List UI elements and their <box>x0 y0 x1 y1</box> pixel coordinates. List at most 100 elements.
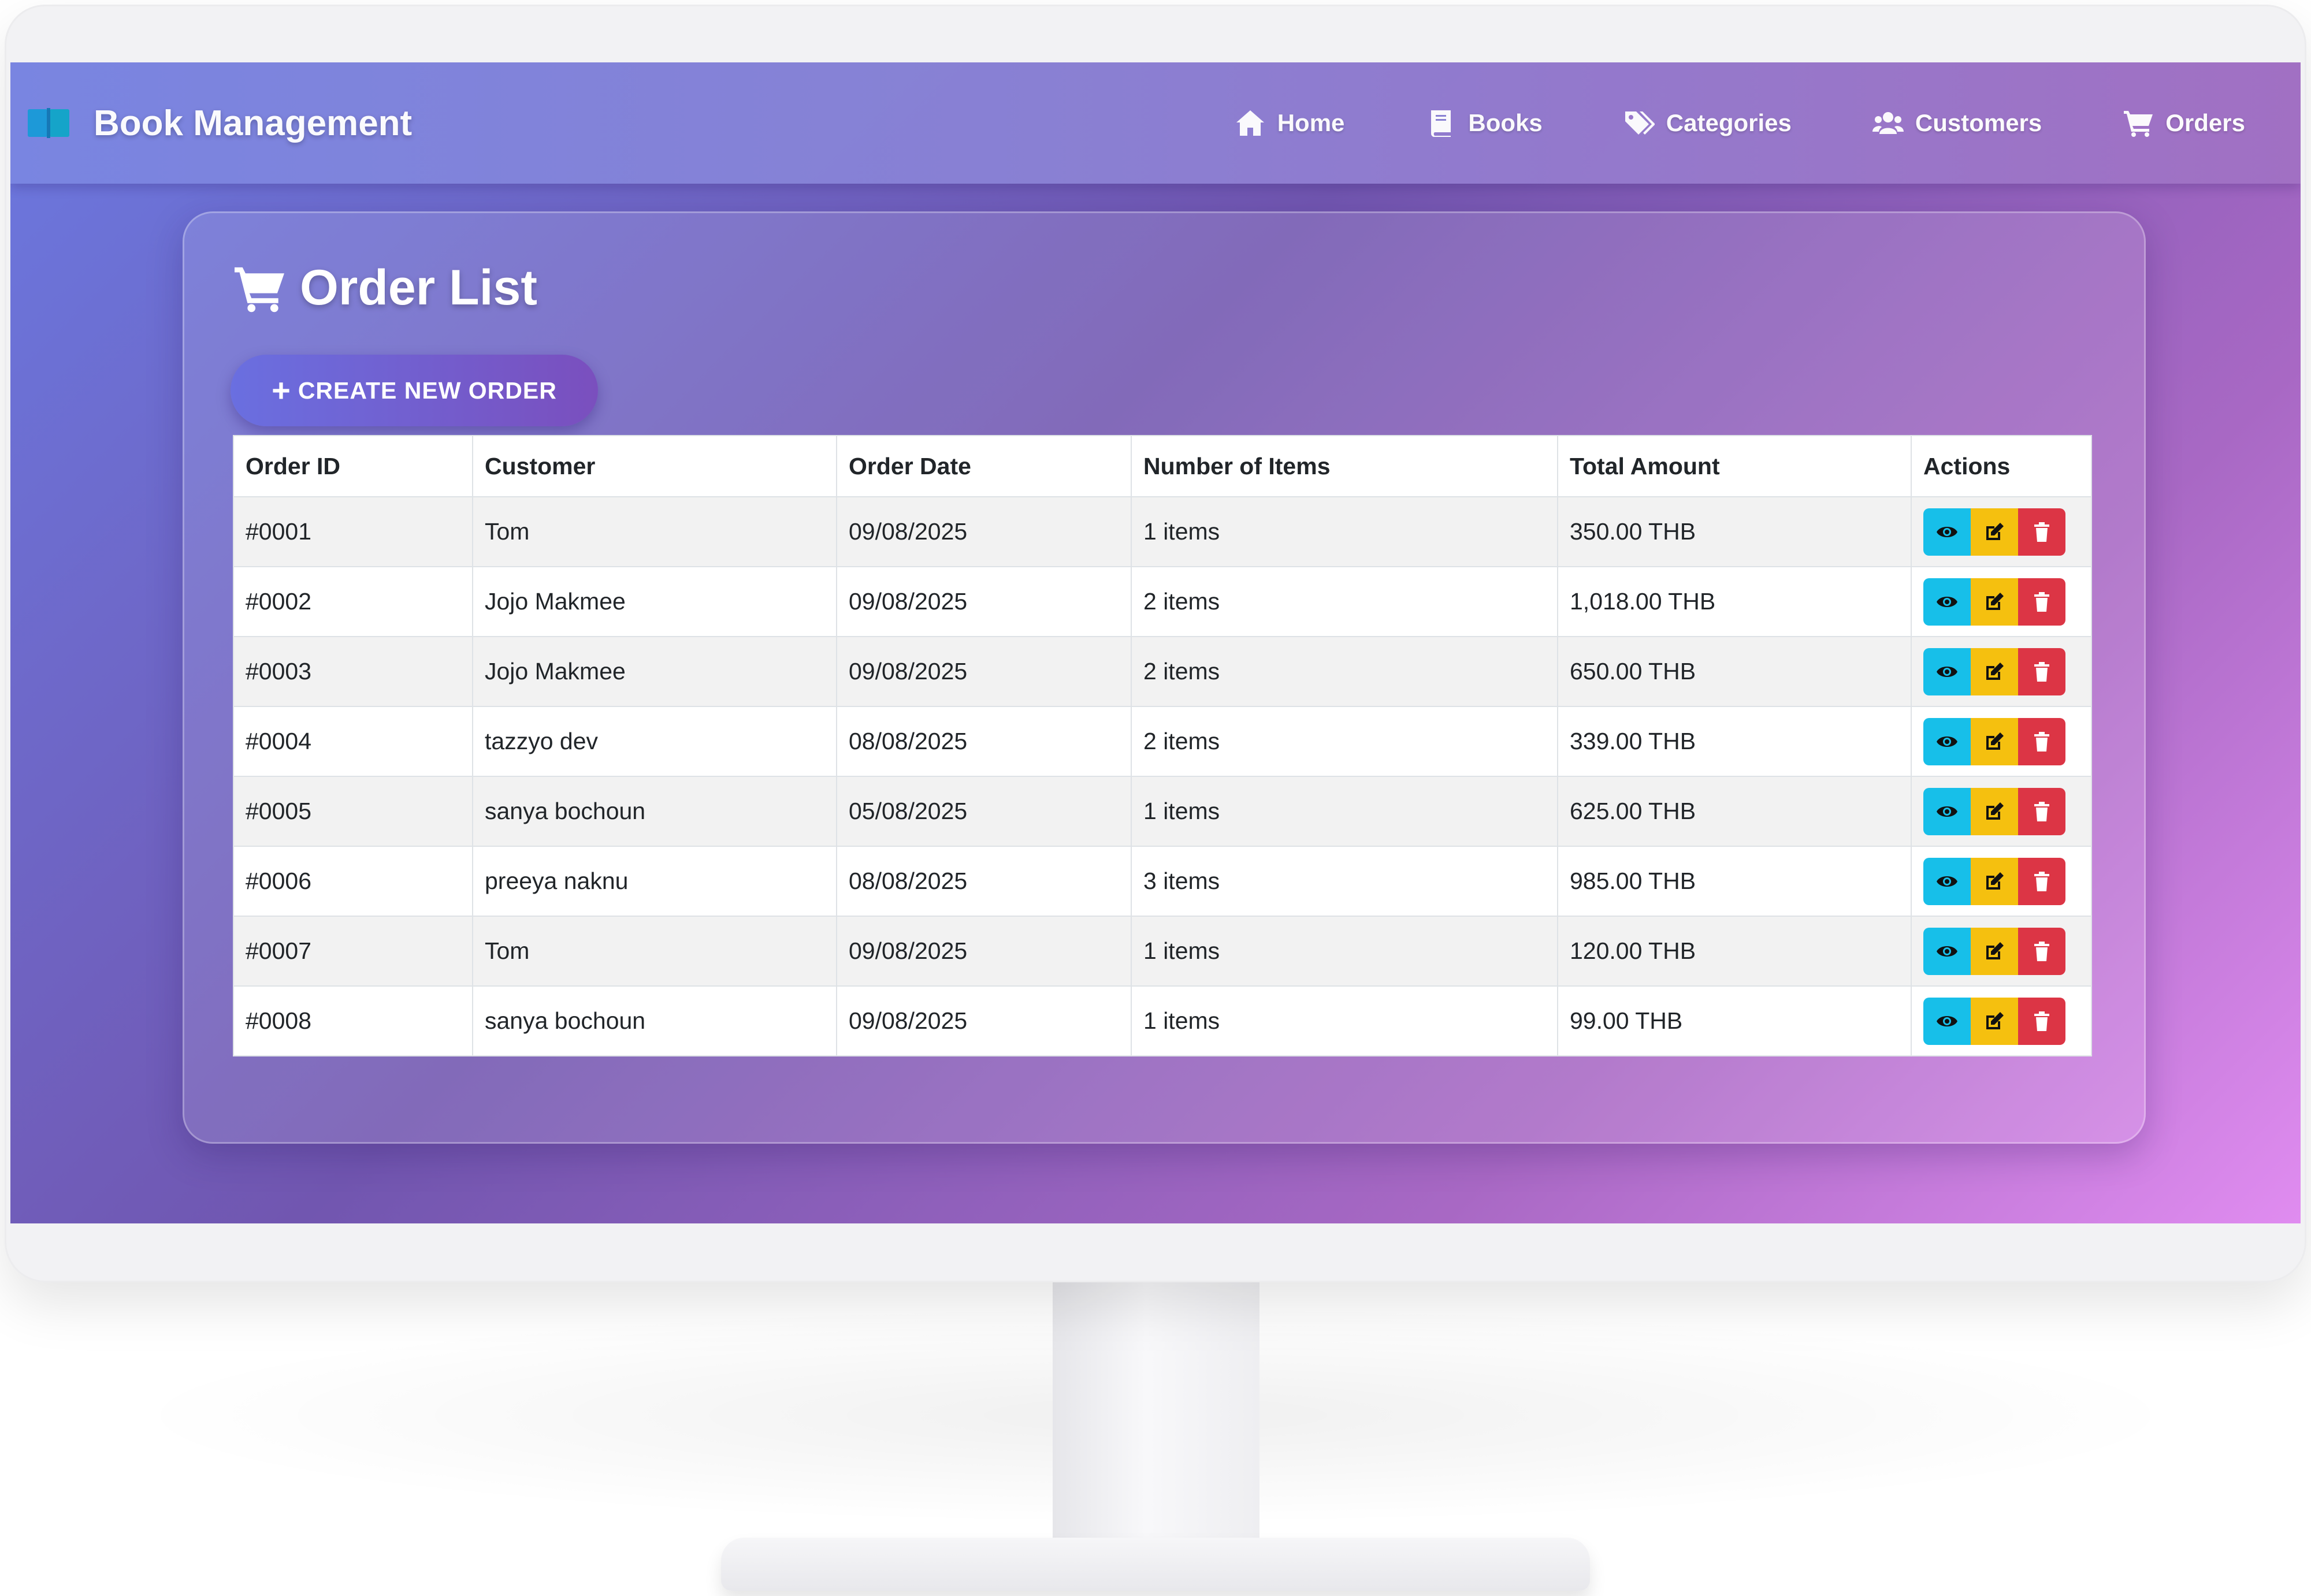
cell-customer: preeya naknu <box>472 846 837 917</box>
delete-order-button[interactable] <box>2018 508 2065 556</box>
cell-total-amount: 339.00 THB <box>1557 706 1912 777</box>
monitor-stand-base <box>721 1538 1590 1591</box>
cell-actions <box>1911 566 2092 637</box>
cell-order-id: #0006 <box>233 846 473 917</box>
cell-number-of-items: 2 items <box>1131 636 1558 707</box>
cell-order-id: #0005 <box>233 776 473 847</box>
trash-icon <box>2034 941 2049 961</box>
view-order-button[interactable] <box>1923 508 1971 556</box>
trash-icon <box>2034 731 2049 752</box>
nav-orders[interactable]: Orders <box>2123 109 2245 137</box>
header-total-amount: Total Amount <box>1557 435 1912 497</box>
cell-order-id: #0003 <box>233 636 473 707</box>
cell-order-id: #0002 <box>233 566 473 637</box>
cell-order-date: 09/08/2025 <box>836 916 1132 987</box>
cell-total-amount: 99.00 THB <box>1557 985 1912 1056</box>
eye-icon <box>1937 1015 1957 1026</box>
cell-actions <box>1911 846 2092 917</box>
delete-order-button[interactable] <box>2018 578 2065 626</box>
edit-order-button[interactable] <box>1971 578 2018 626</box>
edit-order-button[interactable] <box>1971 997 2018 1045</box>
cell-total-amount: 625.00 THB <box>1557 776 1912 847</box>
edit-order-button[interactable] <box>1971 508 2018 556</box>
delete-order-button[interactable] <box>2018 927 2065 975</box>
brand[interactable]: Book Management <box>27 62 412 184</box>
cell-actions <box>1911 636 2092 707</box>
edit-icon <box>1986 872 2004 890</box>
navbar: Book Management Home Books Categories Cu… <box>10 62 2301 184</box>
tags-icon <box>1625 111 1655 135</box>
orders-table-body: #0001 Tom 09/08/2025 1 items 350.00 THB … <box>233 496 2092 1056</box>
edit-icon <box>1986 732 2004 750</box>
delete-order-button[interactable] <box>2018 648 2065 695</box>
cell-total-amount: 985.00 THB <box>1557 846 1912 917</box>
nav-home[interactable]: Home <box>1235 109 1344 137</box>
cell-customer: Jojo Makmee <box>472 566 837 637</box>
book-icon <box>1431 110 1451 137</box>
edit-order-button[interactable] <box>1971 787 2018 835</box>
cell-order-id: #0008 <box>233 985 473 1056</box>
eye-icon <box>1937 736 1957 747</box>
view-order-button[interactable] <box>1923 648 1971 695</box>
trash-icon <box>2034 1011 2049 1031</box>
view-order-button[interactable] <box>1923 578 1971 626</box>
row-actions <box>1923 717 2079 765</box>
cell-order-id: #0004 <box>233 706 473 777</box>
trash-icon <box>2034 871 2049 891</box>
delete-order-button[interactable] <box>2018 717 2065 765</box>
view-order-button[interactable] <box>1923 787 1971 835</box>
cell-order-date: 09/08/2025 <box>836 985 1132 1056</box>
cell-order-date: 08/08/2025 <box>836 846 1132 917</box>
trash-icon <box>2034 801 2049 821</box>
table-row: #0002 Jojo Makmee 09/08/2025 2 items 1,0… <box>233 566 2092 637</box>
table-row: #0008 sanya bochoun 09/08/2025 1 items 9… <box>233 985 2092 1056</box>
edit-order-button[interactable] <box>1971 927 2018 975</box>
edit-icon <box>1986 522 2004 540</box>
trash-icon <box>2034 591 2049 612</box>
edit-icon <box>1986 942 2004 959</box>
eye-icon <box>1937 946 1957 957</box>
edit-icon <box>1986 1011 2004 1029</box>
orders-table-wrapper: Order ID Customer Order Date Number of I… <box>233 435 2092 1056</box>
trash-icon <box>2034 661 2049 682</box>
edit-icon <box>1986 802 2004 820</box>
trash-icon <box>2034 522 2049 542</box>
cell-customer: Tom <box>472 496 837 567</box>
row-actions <box>1923 787 2079 835</box>
delete-order-button[interactable] <box>2018 857 2065 905</box>
cell-number-of-items: 1 items <box>1131 496 1558 567</box>
row-actions <box>1923 578 2079 626</box>
view-order-button[interactable] <box>1923 857 1971 905</box>
cell-order-date: 09/08/2025 <box>836 496 1132 567</box>
nav-customers[interactable]: Customers <box>1872 109 2042 137</box>
nav-books[interactable]: Books <box>1425 109 1543 137</box>
create-new-order-button[interactable]: + CREATE NEW ORDER <box>231 355 598 426</box>
edit-order-button[interactable] <box>1971 648 2018 695</box>
table-row: #0003 Jojo Makmee 09/08/2025 2 items 650… <box>233 636 2092 707</box>
page-title-text: Order List <box>300 260 537 315</box>
delete-order-button[interactable] <box>2018 787 2065 835</box>
cell-customer: Jojo Makmee <box>472 636 837 707</box>
header-actions: Actions <box>1911 435 2092 497</box>
cell-customer: sanya bochoun <box>472 985 837 1056</box>
book-open-icon <box>28 108 69 138</box>
edit-order-button[interactable] <box>1971 717 2018 765</box>
main-nav: Home Books Categories Customers Orders <box>1154 62 2245 184</box>
row-actions <box>1923 997 2079 1045</box>
view-order-button[interactable] <box>1923 717 1971 765</box>
delete-order-button[interactable] <box>2018 997 2065 1045</box>
edit-icon <box>1986 662 2004 680</box>
cell-order-id: #0007 <box>233 916 473 987</box>
nav-orders-label: Orders <box>2165 109 2245 136</box>
nav-categories-label: Categories <box>1666 109 1792 136</box>
cell-actions <box>1911 496 2092 567</box>
cart-icon <box>235 267 284 312</box>
view-order-button[interactable] <box>1923 997 1971 1045</box>
cell-total-amount: 120.00 THB <box>1557 916 1912 987</box>
monitor-stand-neck <box>1053 1282 1259 1560</box>
cell-actions <box>1911 916 2092 987</box>
home-icon <box>1236 110 1264 136</box>
edit-order-button[interactable] <box>1971 857 2018 905</box>
nav-categories[interactable]: Categories <box>1623 109 1792 137</box>
view-order-button[interactable] <box>1923 927 1971 975</box>
